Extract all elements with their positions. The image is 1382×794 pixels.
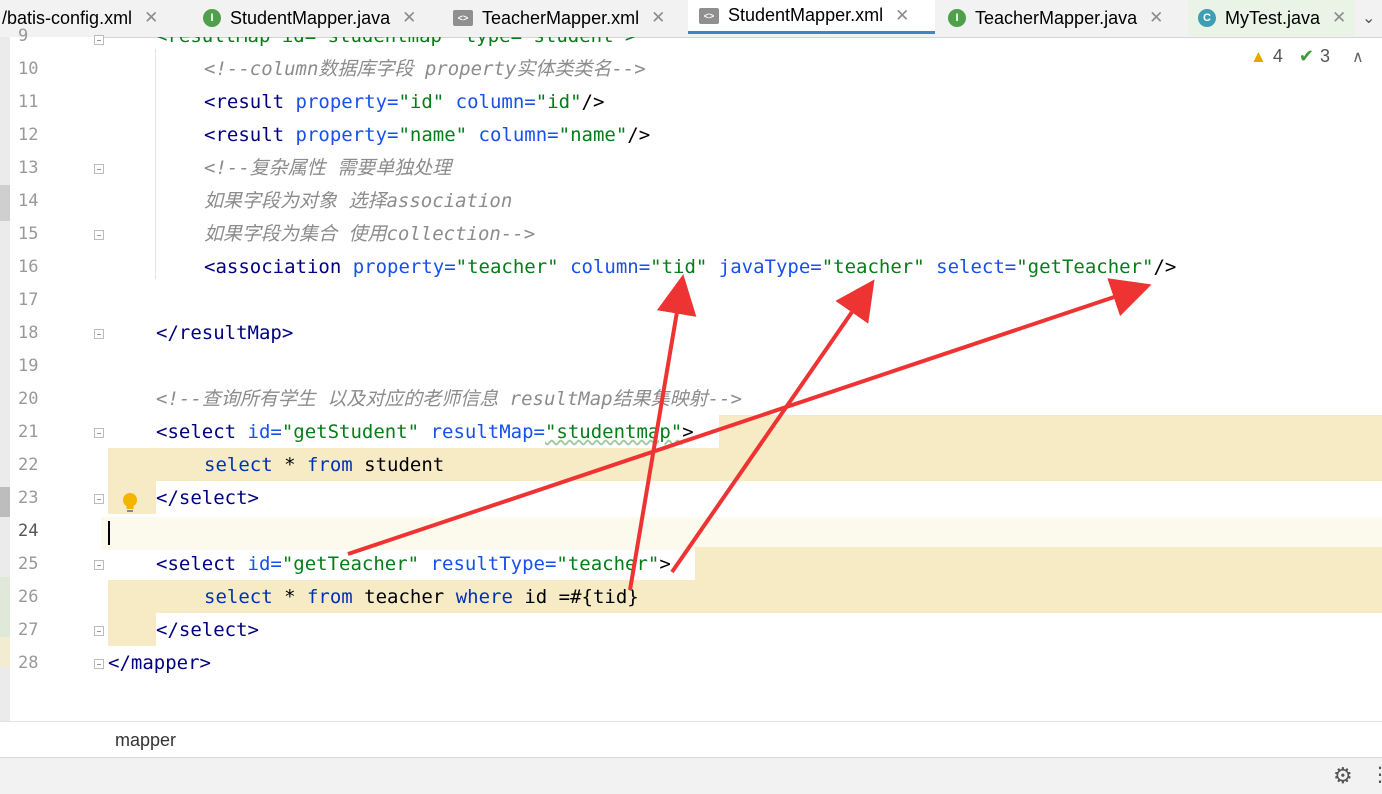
code-line-25: <select id="getTeacher" resultType="teac… [156, 553, 671, 575]
tab-overflow-chevron-icon[interactable]: ⌄ [1362, 0, 1382, 36]
breadcrumb-bar: mapper [0, 721, 1382, 758]
tag-highlight [108, 613, 156, 646]
current-line-highlight [101, 517, 1382, 550]
code-editor[interactable]: <resultMap id="studentmap" type="student… [101, 37, 1382, 721]
line-number: 27 [18, 620, 39, 640]
chevron-up-icon[interactable]: ∧ [1352, 47, 1364, 67]
code-line-13: <!--复杂属性 需要单独处理 [204, 157, 452, 179]
code-line-26: select * from teacher where id =#{tid} [204, 586, 639, 608]
close-icon[interactable]: ✕ [651, 8, 665, 28]
line-number: 17 [18, 290, 39, 310]
line-number: 10 [18, 59, 39, 79]
gutter-marker [0, 185, 10, 221]
class-icon: C [1198, 9, 1216, 27]
gutter-change-marker [0, 577, 10, 637]
code-line-28: </mapper> [108, 652, 211, 674]
line-number: 13 [18, 158, 39, 178]
tab-teachermapper-java[interactable]: I TeacherMapper.java ✕ [948, 0, 1180, 36]
code-line-18: </resultMap> [156, 322, 294, 344]
line-number: 19 [18, 356, 39, 376]
code-line-14: 如果字段为对象 选择association [204, 190, 513, 212]
editor-tab-bar: / batis-config.xml ✕ I StudentMapper.jav… [0, 0, 1382, 38]
code-line-27: </select> [156, 619, 259, 641]
status-bar: ⚙ ⋮ [0, 757, 1382, 794]
code-line-21: <select id="getStudent" resultMap="stude… [156, 421, 694, 443]
line-number: 25 [18, 554, 39, 574]
more-icon[interactable]: ⋮ [1370, 762, 1382, 786]
close-icon[interactable]: ✕ [895, 6, 909, 26]
warning-count: 4 [1272, 46, 1283, 66]
tab-label: MyTest.java [1225, 7, 1321, 28]
gutter-marker [0, 487, 10, 517]
line-number: 26 [18, 587, 39, 607]
tab-studentmapper-xml[interactable]: <> StudentMapper.xml ✕ [688, 0, 935, 34]
indent-guide [155, 49, 156, 279]
tab-label: TeacherMapper.java [975, 7, 1138, 28]
close-icon[interactable]: ✕ [1332, 8, 1346, 28]
tab-teachermapper-xml[interactable]: <> TeacherMapper.xml ✕ [453, 0, 685, 36]
code-line-15: 如果字段为集合 使用collection--> [204, 223, 536, 245]
breadcrumb-item[interactable]: mapper [115, 730, 176, 751]
line-number: 11 [18, 92, 39, 112]
inspection-widget[interactable]: ▲ 4 ✔ 3 ∧ ∨ [1250, 46, 1382, 67]
code-line-23: </select> [156, 487, 259, 509]
check-icon: ✔ [1298, 46, 1314, 66]
line-number: 9 [18, 26, 29, 46]
warning-icon: ▲ [1250, 46, 1267, 66]
xml-file-icon: <> [453, 10, 473, 26]
code-line-11: <result property="id" column="id"/> [204, 91, 605, 113]
code-line-20: <!--查询所有学生 以及对应的老师信息 resultMap结果集映射--> [156, 388, 742, 410]
interface-icon: I [203, 9, 221, 27]
line-number: 15 [18, 224, 39, 244]
line-number: 18 [18, 323, 39, 343]
code-line-22: select * from student [204, 454, 445, 476]
line-number: 28 [18, 653, 39, 673]
line-number: 22 [18, 455, 39, 475]
tab-mytest-java[interactable]: C MyTest.java ✕ [1188, 0, 1354, 36]
tab-label: StudentMapper.java [230, 7, 391, 28]
interface-icon: I [948, 9, 966, 27]
close-icon[interactable]: ✕ [402, 8, 416, 28]
lightbulb-icon[interactable] [121, 492, 139, 514]
tab-studentmapper-java[interactable]: I StudentMapper.java ✕ [203, 0, 443, 36]
code-line-16: <association property="teacher" column="… [204, 256, 1177, 278]
code-line-9: <resultMap id="studentmap" type="student… [156, 37, 636, 53]
line-number: 21 [18, 422, 39, 442]
close-icon[interactable]: ✕ [144, 8, 158, 28]
text-caret [108, 521, 110, 545]
code-line-10: <!--column数据库字段 property实体类类名--> [204, 58, 646, 80]
tab-label: StudentMapper.xml [728, 5, 884, 25]
gutter-change-marker [0, 637, 10, 667]
xml-file-icon: <> [699, 7, 719, 24]
line-number: 14 [18, 191, 39, 211]
close-icon[interactable]: ✕ [1149, 8, 1163, 28]
tab-label: TeacherMapper.xml [482, 7, 640, 28]
line-number: 20 [18, 389, 39, 409]
weak-warning-count: 3 [1319, 46, 1330, 66]
line-number: 12 [18, 125, 39, 145]
gear-icon[interactable]: ⚙ [1333, 764, 1353, 789]
line-number-current: 24 [18, 521, 39, 541]
code-line-12: <result property="name" column="name"/> [204, 124, 651, 146]
line-number: 16 [18, 257, 39, 277]
line-number: 23 [18, 488, 39, 508]
